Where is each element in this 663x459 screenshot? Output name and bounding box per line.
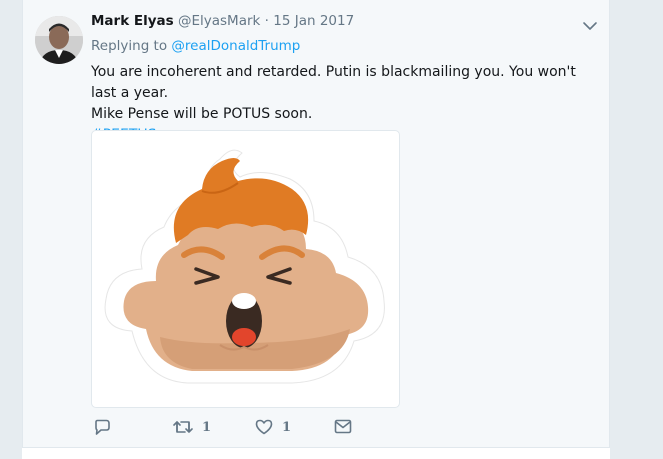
replying-prefix: Replying to [91, 38, 168, 54]
tweet-text-line1: You are incoherent and retarded. Putin i… [91, 64, 576, 101]
avatar[interactable] [35, 16, 83, 64]
tweet-media[interactable] [91, 130, 400, 408]
heart-icon [255, 419, 273, 435]
author-handle[interactable]: @ElyasMark [178, 13, 260, 29]
header-separator: · [264, 13, 269, 29]
like-count: 1 [282, 419, 292, 435]
timeline-background: Mark Elyas @ElyasMark · 15 Jan 2017 Repl… [0, 0, 663, 459]
tweet-header: Mark Elyas @ElyasMark · 15 Jan 2017 [91, 13, 354, 29]
author-name[interactable]: Mark Elyas [91, 13, 174, 29]
tweet-text-line2: Mike Pense will be POTUS soon. [91, 106, 313, 122]
reply-icon [93, 419, 111, 436]
like-button[interactable]: 1 [255, 419, 291, 435]
chevron-down-icon[interactable] [582, 17, 598, 30]
direct-message-button[interactable] [334, 419, 352, 434]
replying-to-link[interactable]: @realDonaldTrump [171, 38, 300, 54]
retweet-button[interactable]: 1 [173, 419, 211, 435]
tweet-actions: 1 1 [0, 419, 663, 441]
reply-button[interactable] [93, 419, 111, 436]
tweet-date[interactable]: 15 Jan 2017 [273, 13, 354, 29]
poop-emoji-image [104, 149, 385, 384]
retweet-icon [173, 419, 193, 435]
replying-to: Replying to @realDonaldTrump [91, 38, 300, 54]
retweet-count: 1 [202, 419, 212, 435]
next-tweet-edge [22, 447, 610, 459]
envelope-icon [334, 419, 352, 434]
avatar-image [35, 16, 83, 64]
